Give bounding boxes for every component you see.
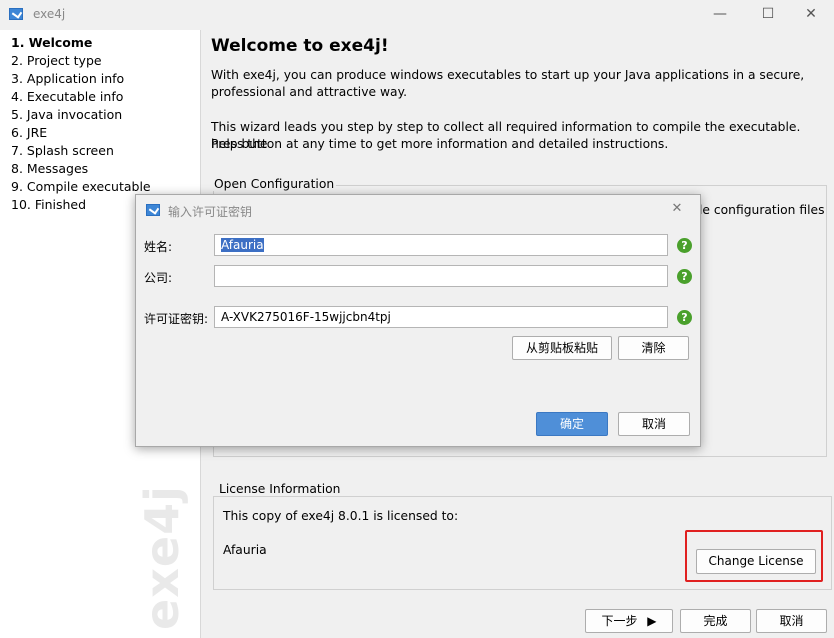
step-java-invocation[interactable]: 5. Java invocation <box>11 106 200 124</box>
intro-line-2: professional and attractive way. <box>211 85 408 99</box>
page-title: Welcome to exe4j! <box>211 36 389 56</box>
license-text: This copy of exe4j 8.0.1 is licensed to: <box>223 509 459 523</box>
name-field[interactable]: Afauria <box>214 234 668 256</box>
next-button[interactable]: 下一步 ▶ <box>585 609 673 633</box>
app-icon <box>9 8 23 20</box>
minimize-button[interactable]: — <box>697 0 743 30</box>
highlight-box <box>685 530 823 582</box>
help-icon[interactable]: ? <box>677 238 692 253</box>
open-config-label: Open Configuration <box>212 177 337 191</box>
next-label: 下一步 <box>601 614 638 628</box>
dialog-close-icon[interactable]: ✕ <box>654 195 700 225</box>
license-group-label: License Information <box>217 482 343 496</box>
paste-from-clipboard-button[interactable]: 从剪贴板粘贴 <box>512 336 612 360</box>
license-key-label: 许可证密钥: <box>144 312 209 326</box>
title-bar: exe4j — ☐ ✕ <box>0 0 834 30</box>
license-key-dialog: 输入许可证密钥 ✕ 姓名: Afauria ? 公司: ? 许可证密钥: A-X… <box>135 194 701 447</box>
finish-button[interactable]: 完成 <box>680 609 751 633</box>
step-messages[interactable]: 8. Messages <box>11 160 200 178</box>
open-config-text: le configuration files <box>699 203 825 217</box>
exe4j-watermark: exe4j <box>135 485 189 630</box>
name-label: 姓名: <box>144 240 173 254</box>
wizard-line-2: help button at any time to get more info… <box>211 137 669 151</box>
step-application-info[interactable]: 3. Application info <box>11 70 200 88</box>
name-value: Afauria <box>221 238 264 252</box>
help-icon[interactable]: ? <box>677 310 692 325</box>
license-key-field[interactable]: A-XVK275016F-15wjjcbn4tpj <box>214 306 668 328</box>
next-arrow-icon: ▶ <box>647 614 657 628</box>
window-title: exe4j <box>33 7 66 21</box>
step-splash-screen[interactable]: 7. Splash screen <box>11 142 200 160</box>
step-executable-info[interactable]: 4. Executable info <box>11 88 200 106</box>
help-icon[interactable]: ? <box>677 269 692 284</box>
company-field[interactable] <box>214 265 668 287</box>
clear-button[interactable]: 清除 <box>618 336 689 360</box>
maximize-button[interactable]: ☐ <box>745 0 791 30</box>
dialog-app-icon <box>146 204 160 216</box>
step-jre[interactable]: 6. JRE <box>11 124 200 142</box>
dialog-cancel-button[interactable]: 取消 <box>618 412 690 436</box>
company-label: 公司: <box>144 271 173 285</box>
close-button[interactable]: ✕ <box>788 0 834 30</box>
intro-line-1: With exe4j, you can produce windows exec… <box>211 68 805 82</box>
cancel-button[interactable]: 取消 <box>756 609 827 633</box>
step-project-type[interactable]: 2. Project type <box>11 52 200 70</box>
dialog-title: 输入许可证密钥 <box>168 205 253 219</box>
ok-button[interactable]: 确定 <box>536 412 608 436</box>
step-welcome[interactable]: 1. Welcome <box>11 34 200 52</box>
